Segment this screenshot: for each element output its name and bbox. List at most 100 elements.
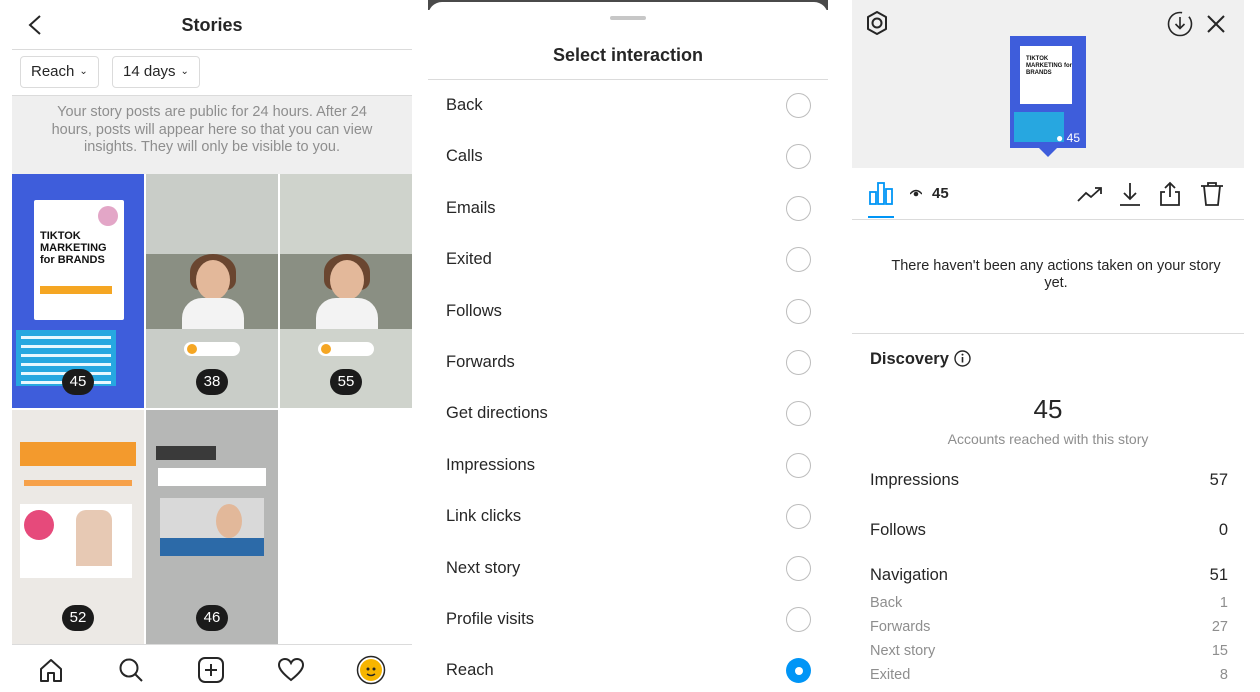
home-icon[interactable] [36, 655, 66, 685]
metric-label: Navigation [870, 566, 948, 584]
reach-count-badge: 52 [62, 605, 94, 631]
story-tile[interactable]: TIKTOK MARKETING for BRANDS 45 [12, 174, 144, 408]
bottom-sheet: Select interaction Back Calls Emails Exited… [428, 2, 828, 692]
privacy-notice: Your story posts are public for 24 hours… [12, 96, 412, 174]
discovery-heading: Discovery [870, 350, 949, 368]
ebook-cover-image: TIKTOK MARKETING for BRANDS [1020, 46, 1072, 104]
interaction-option[interactable]: Calls [428, 131, 828, 182]
interaction-option-label: Exited [446, 250, 492, 269]
story-tile[interactable]: 46 [146, 410, 278, 644]
sub-metric-label: Back [870, 595, 903, 611]
reach-count-badge: 45 [62, 369, 94, 395]
interaction-option[interactable]: Reach [428, 645, 828, 692]
metric-value: 51 [1209, 566, 1228, 584]
navigation-sub-row: Exited 8 [870, 667, 1228, 683]
interaction-option[interactable]: Next story [428, 543, 828, 594]
navigation-sub-row: Back 1 [870, 595, 1228, 611]
video-thumbnail [280, 254, 412, 329]
interaction-option-label: Emails [446, 198, 496, 217]
ebook-cover-title: TIKTOK MARKETING for BRANDS [40, 230, 107, 266]
sub-metric-label: Exited [870, 667, 911, 683]
interaction-option[interactable]: Forwards [428, 337, 828, 388]
story-tile[interactable]: 38 [146, 174, 278, 408]
close-icon[interactable] [1204, 12, 1228, 36]
page-title: Stories [181, 15, 243, 35]
download-icon[interactable] [1116, 180, 1144, 208]
video-card-image [160, 498, 264, 556]
interaction-option[interactable]: Get directions [428, 388, 828, 439]
radio-unselected-icon[interactable] [786, 298, 811, 324]
insights-header: TIKTOK MARKETING for BRANDS ● 45 [852, 0, 1244, 168]
metric-filter-label: Reach [31, 63, 75, 80]
chevron-down-icon: ⌄ [79, 66, 88, 77]
interaction-option[interactable]: Exited [428, 234, 828, 285]
interaction-option-label: Forwards [446, 353, 515, 371]
heart-icon[interactable] [276, 655, 306, 685]
stories-header: Stories [12, 0, 412, 50]
radio-unselected-icon[interactable] [786, 452, 811, 478]
radio-unselected-icon[interactable] [786, 350, 811, 375]
radio-unselected-icon[interactable] [786, 607, 811, 632]
stories-grid: TIKTOK MARKETING for BRANDS 45 38 55 52 [12, 174, 412, 644]
share-icon[interactable] [1156, 180, 1184, 208]
story-tile[interactable]: 55 [280, 174, 412, 408]
insights-toolbar: 45 [852, 168, 1244, 220]
story-insights-panel: TIKTOK MARKETING for BRANDS ● 45 45 Ther… [852, 0, 1260, 692]
interaction-option[interactable]: Follows [428, 286, 828, 337]
profile-avatar[interactable] [356, 655, 386, 685]
story-tile[interactable]: 52 [12, 410, 144, 644]
headline-graphic [20, 442, 136, 466]
interaction-option[interactable]: Back [428, 80, 828, 131]
interaction-option-label: Get directions [446, 404, 548, 423]
settings-icon[interactable] [864, 10, 890, 36]
view-count: 45 [932, 185, 949, 202]
interaction-option[interactable]: Impressions [428, 440, 828, 491]
interaction-option-label: Reach [446, 661, 494, 680]
interaction-option[interactable]: Emails [428, 183, 828, 234]
story-thumbnail[interactable]: TIKTOK MARKETING for BRANDS ● 45 [1010, 36, 1086, 148]
interaction-option-label: Calls [446, 147, 483, 166]
radio-unselected-icon[interactable] [786, 504, 811, 530]
radio-unselected-icon[interactable] [786, 401, 811, 427]
radio-unselected-icon[interactable] [786, 195, 811, 221]
search-icon[interactable] [116, 655, 146, 685]
mention-sticker [184, 342, 240, 356]
info-icon[interactable] [954, 350, 971, 367]
sheet-grabber-handle[interactable] [610, 16, 646, 20]
radio-unselected-icon[interactable] [786, 555, 811, 581]
radio-unselected-icon[interactable] [786, 144, 811, 170]
subheadline-graphic [158, 468, 266, 486]
metric-filter-dropdown[interactable]: Reach ⌄ [20, 56, 99, 88]
navigation-sub-row: Next story 15 [870, 643, 1228, 659]
radio-unselected-icon[interactable] [786, 247, 811, 273]
metric-label: Impressions [870, 471, 959, 489]
sub-metric-value: 1 [1219, 595, 1228, 611]
interaction-option-label: Impressions [446, 455, 535, 474]
period-filter-dropdown[interactable]: 14 days ⌄ [112, 56, 200, 88]
download-circle-icon[interactable] [1166, 10, 1194, 38]
interaction-option[interactable]: Profile visits [428, 594, 828, 645]
reach-value: 45 [1033, 394, 1063, 424]
interaction-option-label: Link clicks [446, 507, 522, 526]
sheet-title: Select interaction [552, 45, 704, 65]
radio-selected-icon[interactable] [786, 658, 811, 684]
stories-panel: Stories Reach ⌄ 14 days ⌄ Your story posts… [0, 0, 424, 692]
eye-icon [910, 189, 922, 197]
add-post-icon[interactable] [196, 655, 226, 685]
thumbnail-view-count-value: 45 [1066, 131, 1080, 145]
trash-icon[interactable] [1198, 180, 1226, 208]
promote-icon[interactable] [1076, 180, 1104, 208]
radio-unselected-icon[interactable] [786, 93, 811, 118]
bottom-nav [12, 644, 412, 692]
interaction-option-label: Profile visits [446, 610, 535, 628]
thumbnail-view-count: ● 45 [1056, 131, 1080, 145]
sub-metric-label: Next story [870, 643, 936, 659]
interaction-option-label: Follows [446, 301, 502, 320]
interaction-option-label: Back [446, 96, 483, 114]
reach-count-badge: 38 [196, 369, 228, 395]
reach-count-badge: 46 [196, 605, 228, 631]
interaction-option[interactable]: Link clicks [428, 491, 828, 542]
insights-icon[interactable] [868, 180, 894, 206]
video-thumbnail [146, 254, 278, 329]
metric-row-follows: Follows 0 [870, 521, 1228, 540]
